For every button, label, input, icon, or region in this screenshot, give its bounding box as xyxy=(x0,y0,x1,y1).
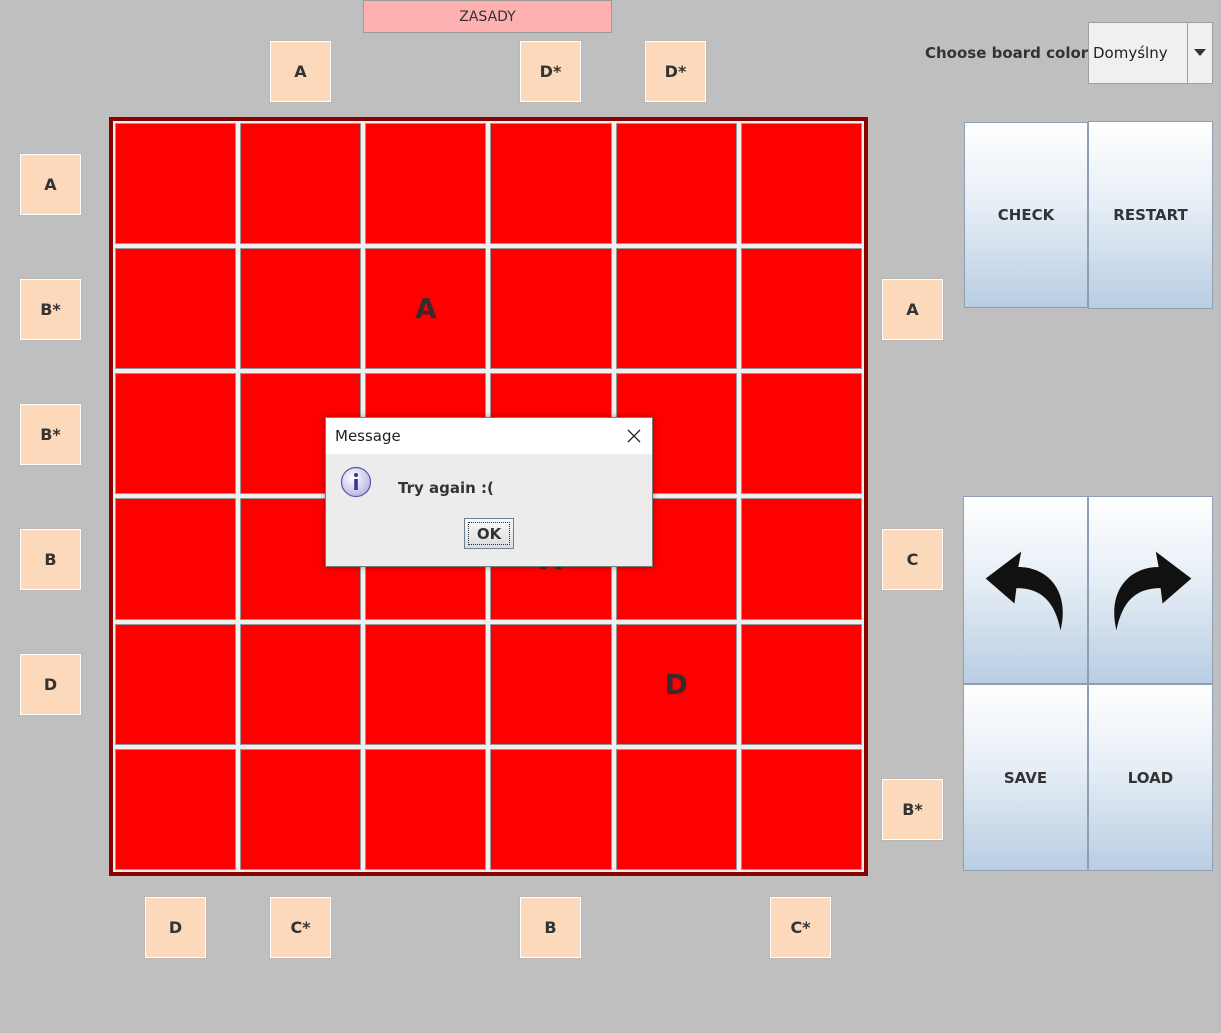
board-cell[interactable]: D xyxy=(613,621,739,747)
board-cell[interactable] xyxy=(363,746,489,872)
restart-button[interactable]: RESTART xyxy=(1088,121,1213,309)
board-cell[interactable] xyxy=(113,371,239,497)
clue-left-1: A xyxy=(19,153,82,216)
rules-button[interactable]: ZASADY xyxy=(363,0,612,33)
check-button[interactable]: CHECK xyxy=(964,122,1088,308)
board-cell[interactable] xyxy=(738,371,864,497)
clue-right-2: C xyxy=(881,528,944,591)
board-cell[interactable] xyxy=(488,746,614,872)
board-cell[interactable] xyxy=(613,121,739,247)
clue-bottom-2: C* xyxy=(269,896,332,959)
board-cell[interactable] xyxy=(613,746,739,872)
redo-button[interactable] xyxy=(1088,496,1213,684)
clue-right-3: B* xyxy=(881,778,944,841)
board-cell[interactable] xyxy=(238,621,364,747)
message-dialog: Message Try again :( OK xyxy=(325,417,653,567)
ok-button[interactable]: OK xyxy=(464,518,514,549)
board-cell[interactable]: A xyxy=(363,246,489,372)
board-cell[interactable] xyxy=(738,496,864,622)
undo-button[interactable] xyxy=(963,496,1088,684)
close-icon[interactable] xyxy=(626,428,642,444)
board-color-value: Domyślny xyxy=(1093,44,1168,62)
board-color-label: Choose board color: xyxy=(925,44,1095,62)
board-cell[interactable] xyxy=(113,121,239,247)
board-cell[interactable] xyxy=(113,496,239,622)
clue-bottom-1: D xyxy=(144,896,207,959)
clue-left-3: B* xyxy=(19,403,82,466)
save-button[interactable]: SAVE xyxy=(963,684,1088,871)
redo-arrow-icon xyxy=(1113,551,1191,631)
clue-top-2: D* xyxy=(519,40,582,103)
board-cell[interactable] xyxy=(238,121,364,247)
dropdown-arrow-button[interactable] xyxy=(1187,23,1212,83)
clue-left-5: D xyxy=(19,653,82,716)
board-cell[interactable] xyxy=(363,621,489,747)
board-cell[interactable] xyxy=(738,246,864,372)
board-cell[interactable] xyxy=(488,246,614,372)
clue-bottom-4: C* xyxy=(769,896,832,959)
board-cell[interactable] xyxy=(738,746,864,872)
clue-top-3: D* xyxy=(644,40,707,103)
clue-right-1: A xyxy=(881,278,944,341)
dialog-titlebar: Message xyxy=(326,418,652,454)
clue-left-4: B xyxy=(19,528,82,591)
dialog-title: Message xyxy=(335,427,401,445)
dialog-message: Try again :( xyxy=(398,479,494,497)
board-cell[interactable] xyxy=(113,246,239,372)
board-cell[interactable] xyxy=(738,121,864,247)
board-cell[interactable] xyxy=(113,746,239,872)
info-icon xyxy=(340,466,372,498)
board-cell[interactable] xyxy=(613,246,739,372)
board-cell[interactable] xyxy=(238,246,364,372)
clue-top-1: A xyxy=(269,40,332,103)
board-cell[interactable] xyxy=(113,621,239,747)
clue-left-2: B* xyxy=(19,278,82,341)
clue-bottom-3: B xyxy=(519,896,582,959)
chevron-down-icon xyxy=(1194,49,1206,56)
board-cell[interactable] xyxy=(488,121,614,247)
board-cell[interactable] xyxy=(363,121,489,247)
load-button[interactable]: LOAD xyxy=(1088,684,1213,871)
board-cell[interactable] xyxy=(738,621,864,747)
undo-arrow-icon xyxy=(985,551,1063,631)
board-color-select[interactable]: Domyślny xyxy=(1088,22,1213,84)
board-cell[interactable] xyxy=(238,746,364,872)
board-cell[interactable] xyxy=(488,621,614,747)
